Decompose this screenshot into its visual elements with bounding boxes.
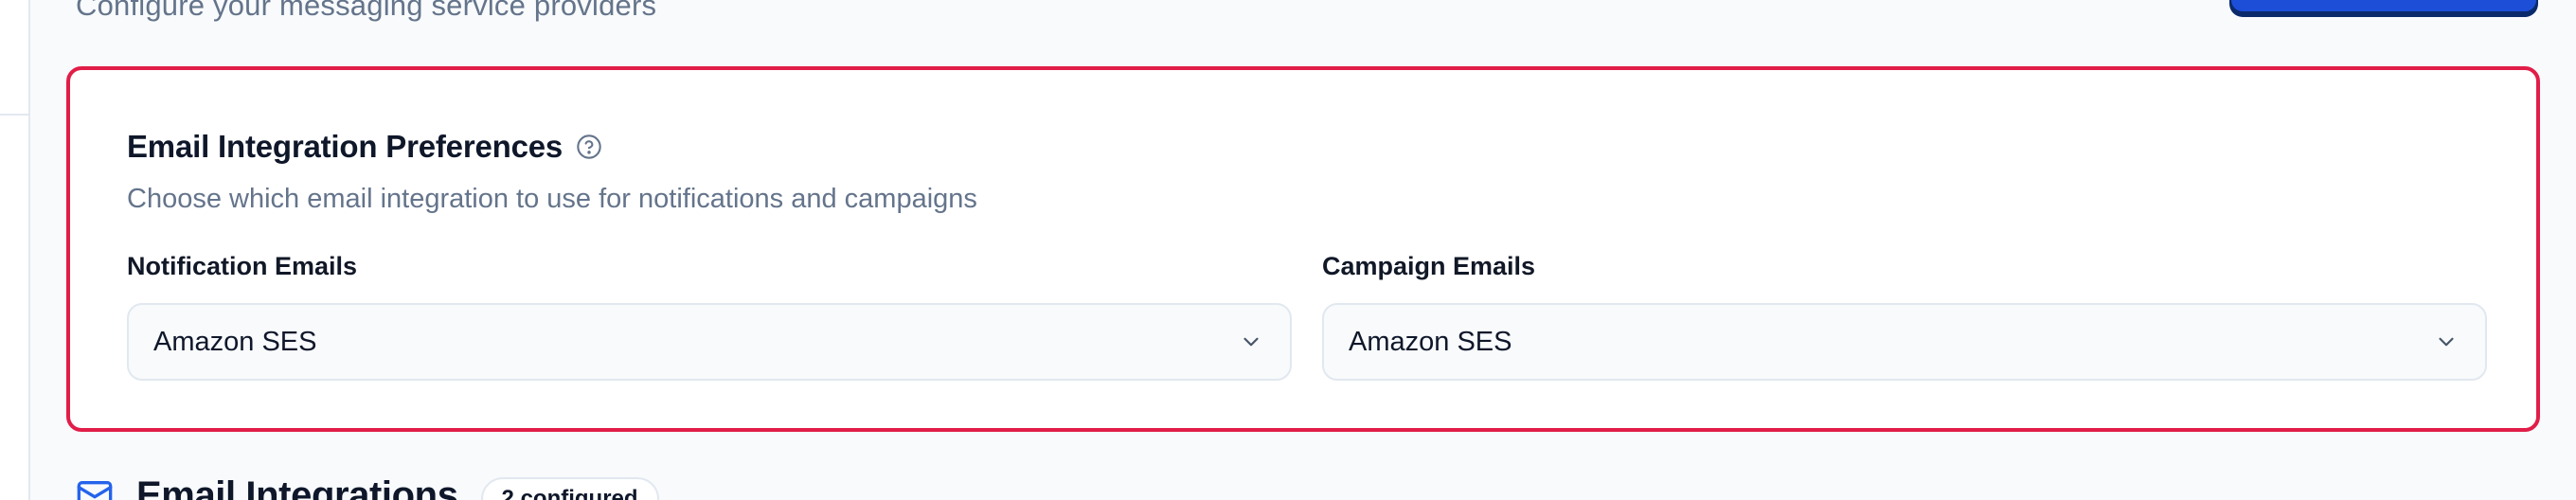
configured-count-badge: 2 configured [480,477,659,500]
campaign-emails-select[interactable]: Amazon SES [1322,303,2487,381]
page-subtitle: Configure your messaging service provide… [76,0,657,22]
section-title: Email Integrations [136,473,458,500]
chevron-down-icon [1239,330,1263,354]
primary-action-button[interactable] [2229,0,2538,13]
notification-emails-select[interactable]: Amazon SES [127,303,1292,381]
sidebar [0,0,30,500]
chevron-down-icon [2434,330,2459,354]
notification-emails-value: Amazon SES [153,326,317,357]
notification-emails-label: Notification Emails [127,252,358,280]
card-title-row: Email Integration Preferences [127,129,602,165]
card-description: Choose which email integration to use fo… [127,184,977,214]
email-preferences-card: Email Integration Preferences Choose whi… [66,66,2540,432]
email-integrations-header: Email Integrations 2 configured [76,470,659,500]
campaign-emails-label: Campaign Emails [1322,252,1536,280]
sidebar-divider [0,114,28,116]
help-circle-icon[interactable] [576,134,602,160]
page: Configure your messaging service provide… [0,0,2576,500]
card-title: Email Integration Preferences [127,129,564,164]
campaign-emails-value: Amazon SES [1349,326,1512,357]
mail-icon [76,476,114,500]
